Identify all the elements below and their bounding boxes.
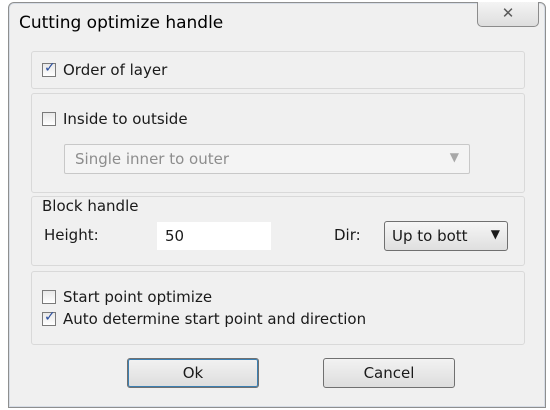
dir-label: Dir: — [334, 226, 361, 244]
dialog-body: Order of layer Inside to outside Single … — [19, 41, 533, 397]
inside-outside-mode-select: Single inner to outer ▼ — [64, 144, 470, 174]
checkbox-unchecked[interactable] — [42, 290, 56, 304]
dialog-title: Cutting optimize handle — [19, 13, 224, 33]
checkbox-checked[interactable] — [42, 60, 56, 77]
order-of-layer-label: Order of layer — [63, 61, 168, 79]
dir-select-value: Up to bott — [392, 227, 468, 245]
inside-outside-panel: Inside to outside — [31, 93, 525, 193]
checkbox-checked[interactable] — [42, 309, 56, 326]
order-of-layer-checkbox[interactable]: Order of layer — [42, 59, 167, 81]
inside-to-outside-label: Inside to outside — [63, 110, 188, 128]
dir-select[interactable]: Up to bott ▼ — [384, 221, 508, 251]
start-point-optimize-label: Start point optimize — [63, 288, 213, 306]
ok-button[interactable]: Ok — [127, 358, 259, 388]
cutting-optimize-dialog: Cutting optimize handle ✕ Order of layer… — [8, 2, 546, 408]
close-icon: ✕ — [501, 4, 515, 22]
order-panel: Order of layer — [31, 51, 525, 89]
title-bar: Cutting optimize handle ✕ — [9, 2, 545, 41]
auto-determine-label: Auto determine start point and direction — [63, 310, 367, 328]
checkbox-unchecked[interactable] — [42, 112, 56, 126]
inside-to-outside-checkbox[interactable]: Inside to outside — [42, 108, 188, 130]
height-input[interactable] — [156, 221, 272, 251]
cancel-button[interactable]: Cancel — [323, 358, 455, 388]
start-point-panel: Start point optimize Auto determine star… — [31, 271, 525, 345]
start-point-optimize-checkbox[interactable]: Start point optimize — [42, 286, 212, 308]
auto-determine-checkbox[interactable]: Auto determine start point and direction — [42, 308, 366, 330]
mode-select-value: Single inner to outer — [75, 150, 230, 168]
chevron-down-icon: ▼ — [449, 150, 459, 164]
block-handle-title: Block handle — [42, 197, 139, 215]
chevron-down-icon: ▼ — [490, 227, 500, 241]
height-label: Height: — [44, 226, 99, 244]
close-button[interactable]: ✕ — [477, 2, 539, 27]
